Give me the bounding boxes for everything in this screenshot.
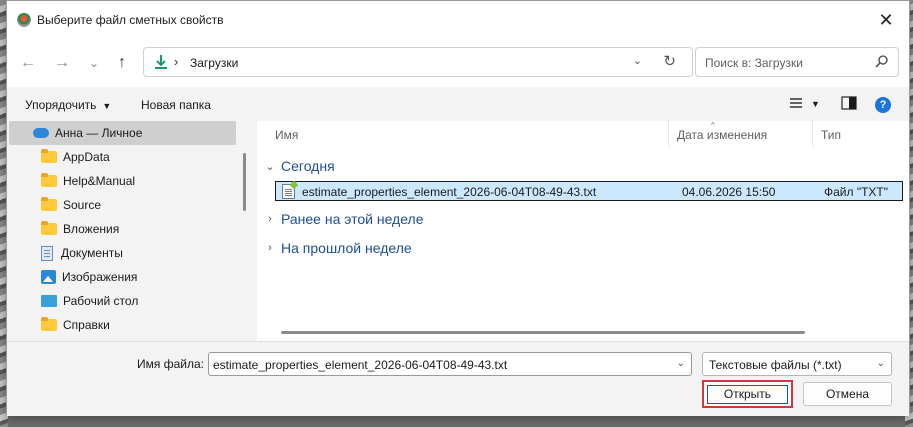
file-type-filter-select[interactable]: Текстовые файлы (*.txt) ⌄ [702,352,892,376]
downloads-icon [155,55,167,69]
sidebar-item-label: Анна — Личное [55,126,143,140]
group-header-last-week[interactable]: › На прошлой неделе [265,237,412,259]
new-folder-button[interactable]: Новая папка [141,98,211,112]
refresh-icon[interactable]: ↻ [663,52,676,70]
help-glyph: ? [879,99,887,111]
recent-locations-button[interactable]: ⌄ [83,52,105,74]
navigation-bar: ← → ⌄ ↑ › Загрузки ⌄ ↻ Поиск в: Загрузки [7,39,909,87]
filter-value: Текстовые файлы (*.txt) [709,358,842,372]
view-dropdown-arrow-icon[interactable]: ▼ [811,99,820,109]
horizontal-scrollbar[interactable] [281,331,805,334]
folder-icon [41,221,57,235]
close-button[interactable]: ✕ [863,1,909,39]
search-icon [875,55,888,68]
arrow-up-icon: ↑ [118,54,126,71]
search-input[interactable]: Поиск в: Загрузки [695,47,899,77]
group-label: Ранее на этой неделе [281,211,424,227]
sidebar-item-label: Изображения [62,270,138,284]
folder-icon [41,149,57,163]
file-row[interactable]: estimate_properties_element_2026-06-04T0… [275,181,903,201]
back-button[interactable]: ← [17,52,39,74]
close-icon: ✕ [878,9,894,30]
sidebar-item-appdata[interactable]: AppData [7,145,241,169]
sidebar-item-attachments[interactable]: Вложения [7,217,241,241]
column-divider[interactable] [668,121,669,147]
cancel-button-label: Отмена [825,387,870,401]
file-list: ^ Имя Дата изменения Тип ⌄ Сегодня estim… [257,121,909,341]
group-label: На прошлой неделе [281,240,412,256]
sidebar-item-source[interactable]: Source [7,193,241,217]
sidebar-item-desktop[interactable]: Рабочий стол [7,289,241,313]
group-label: Сегодня [281,158,335,174]
sidebar-item-label: Вложения [63,222,120,236]
organize-button[interactable]: Упорядочить ▼ [25,98,111,112]
open-button-highlight: Открыть [702,380,793,408]
file-date: 04.06.2026 15:50 [682,185,776,199]
navigation-scrollbar[interactable] [243,153,246,211]
navigation-pane: Анна — Личное AppData Help&Manual Source… [7,121,255,341]
text-file-icon [282,184,295,199]
chevron-down-icon[interactable]: ⌄ [677,358,685,369]
column-header-date[interactable]: Дата изменения [677,128,767,154]
help-icon[interactable]: ? [875,97,891,113]
folder-icon [41,173,57,187]
new-folder-label: Новая папка [141,98,211,112]
view-options-icon[interactable] [789,96,803,110]
dialog-footer: Имя файла: estimate_properties_element_2… [7,341,909,416]
title-bar: Выберите файл сметных свойств ✕ [7,1,909,39]
open-button[interactable]: Открыть [707,384,788,404]
breadcrumb-separator-icon: › [174,54,179,69]
cancel-button[interactable]: Отмена [803,382,892,406]
sidebar-item-label: Рабочий стол [63,294,139,308]
sidebar-item-label: Документы [61,246,123,260]
sidebar-item-label: Help&Manual [63,174,136,188]
open-button-label: Открыть [723,387,772,401]
address-history-chevron-icon[interactable]: ⌄ [633,54,642,67]
sidebar-item-label: Source [63,198,102,212]
column-divider[interactable] [812,121,813,147]
sidebar-item-pictures[interactable]: Изображения [7,265,241,289]
filename-input[interactable]: estimate_properties_element_2026-06-04T0… [208,352,692,376]
sidebar-item-label: Справки [63,318,110,332]
documents-icon [41,245,53,261]
pictures-icon [41,270,56,284]
group-header-today[interactable]: ⌄ Сегодня [265,155,335,177]
chevron-down-icon: ⌄ [88,56,100,70]
sidebar-item-helpmanual[interactable]: Help&Manual [7,169,241,193]
search-placeholder: Поиск в: Загрузки [705,56,803,70]
folder-icon [41,197,57,211]
forward-button[interactable]: → [51,52,73,74]
chevron-down-icon: ⌄ [265,160,275,173]
open-file-dialog: Выберите файл сметных свойств ✕ ← → ⌄ ↑ … [6,0,910,416]
address-bar[interactable]: › Загрузки ⌄ ↻ [143,47,693,77]
preview-pane-icon[interactable] [841,96,857,110]
dropdown-arrow-icon: ▼ [102,101,112,111]
filename-label: Имя файла: [137,357,204,371]
folder-icon [41,317,57,331]
desktop-icon [41,295,57,307]
up-button[interactable]: ↑ [111,52,133,74]
window-title: Выберите файл сметных свойств [37,13,224,27]
chevron-down-icon: ⌄ [876,358,885,369]
organize-label: Упорядочить [25,98,97,112]
sidebar-item-documents[interactable]: Документы [7,241,241,265]
cloud-icon [33,128,49,138]
breadcrumb-location[interactable]: Загрузки [190,56,238,70]
column-header-type[interactable]: Тип [821,128,841,154]
chevron-right-icon: › [268,242,272,254]
filename-value: estimate_properties_element_2026-06-04T0… [213,358,508,372]
sidebar-item-certificates[interactable]: Справки [7,313,241,337]
arrow-left-icon: ← [20,54,36,71]
sidebar-item-label: AppData [63,150,110,164]
chevron-right-icon: › [268,213,272,225]
file-type: Файл "TXT" [824,185,889,199]
app-logo-icon [17,13,31,27]
group-header-earlier-this-week[interactable]: › Ранее на этой неделе [265,208,424,230]
column-header-name[interactable]: Имя [275,128,298,154]
arrow-right-icon: → [54,54,70,71]
sidebar-item-personal-cloud[interactable]: Анна — Личное [9,121,236,145]
file-name: estimate_properties_element_2026-06-04T0… [302,185,597,199]
command-bar: Упорядочить ▼ Новая папка ▼ ? [7,87,909,121]
